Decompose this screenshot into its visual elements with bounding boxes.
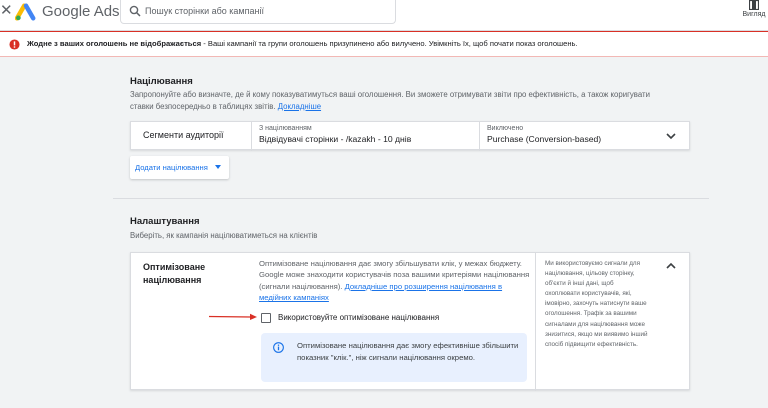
alert-bold: Жодне з ваших оголошень не відображаєтьс… [27,39,202,48]
optimized-targeting-card: Оптимізоване націлювання Оптимізоване на… [130,252,690,391]
optimized-targeting-checkbox-label[interactable]: Використовуйте оптимізоване націлювання [278,312,439,324]
search-box[interactable] [120,0,396,24]
alert-message: Жодне з ваших оголошень не відображаєтьс… [27,39,578,49]
targeting-title: Націлювання [130,76,193,87]
close-icon[interactable]: ✕ [0,3,13,18]
brand-name: Google Ads [42,3,120,20]
info-box: Оптимізоване націлювання дає змогу ефект… [261,333,527,382]
divider [535,253,536,391]
optimized-targeting-description: Оптимізоване націлювання дає змогу збіль… [259,258,531,304]
search-icon [129,5,141,17]
google-ads-logo[interactable] [15,3,37,21]
audience-segments-label: Сегменти аудиторії [143,130,224,140]
divider [479,122,480,151]
view-label: Вигляд [742,11,766,18]
add-targeting-button[interactable]: Додати націлювання [130,156,229,179]
included-caption: З націлюванням [259,125,312,132]
side-help-text: Ми використовуємо сигнали для націлюванн… [545,260,648,348]
add-targeting-label: Додати націлювання [135,163,208,172]
excluded-value: Purchase (Conversion-based) [487,134,602,144]
optimized-targeting-checkbox[interactable] [261,313,271,323]
divider [251,122,252,151]
info-icon [273,342,284,353]
caret-down-icon [215,165,221,169]
chevron-down-icon[interactable] [665,130,677,142]
view-button[interactable]: Вигляд [740,0,768,24]
top-bar: ✕ Google Ads Вигляд [0,0,768,31]
excluded-caption: Виключено [487,125,524,132]
settings-description: Виберіть, як кампанія націлюватиметься н… [130,231,318,240]
included-value: Відвідувачі сторінки - /kazakh - 10 днів [259,134,412,144]
targeting-desc-text: Запропонуйте або визначте, де й кому пок… [130,90,650,111]
targeting-more-link[interactable]: Докладніше [278,102,321,111]
chevron-up-icon[interactable] [665,260,677,272]
settings-title: Налаштування [130,216,200,227]
excluded-column: Виключено Purchase (Conversion-based) [487,124,601,145]
optimized-targeting-title: Оптимізоване націлювання [143,262,206,285]
alert-body: - Ваші кампанії та групи оголошень призу… [201,39,578,48]
error-icon [9,39,20,50]
annotation-arrow [208,313,257,320]
view-icon [749,0,759,10]
search-input[interactable] [145,2,391,20]
included-column: З націлюванням Відвідувачі сторінки - /k… [259,124,411,145]
audience-segments-row[interactable]: Сегменти аудиторії З націлюванням Відвід… [130,121,690,151]
section-divider [113,198,709,199]
alert-banner: Жодне з ваших оголошень не відображаєтьс… [0,31,768,57]
targeting-description: Запропонуйте або визначте, де й кому пок… [130,89,670,113]
info-text: Оптимізоване націлювання дає змогу ефект… [297,341,519,362]
